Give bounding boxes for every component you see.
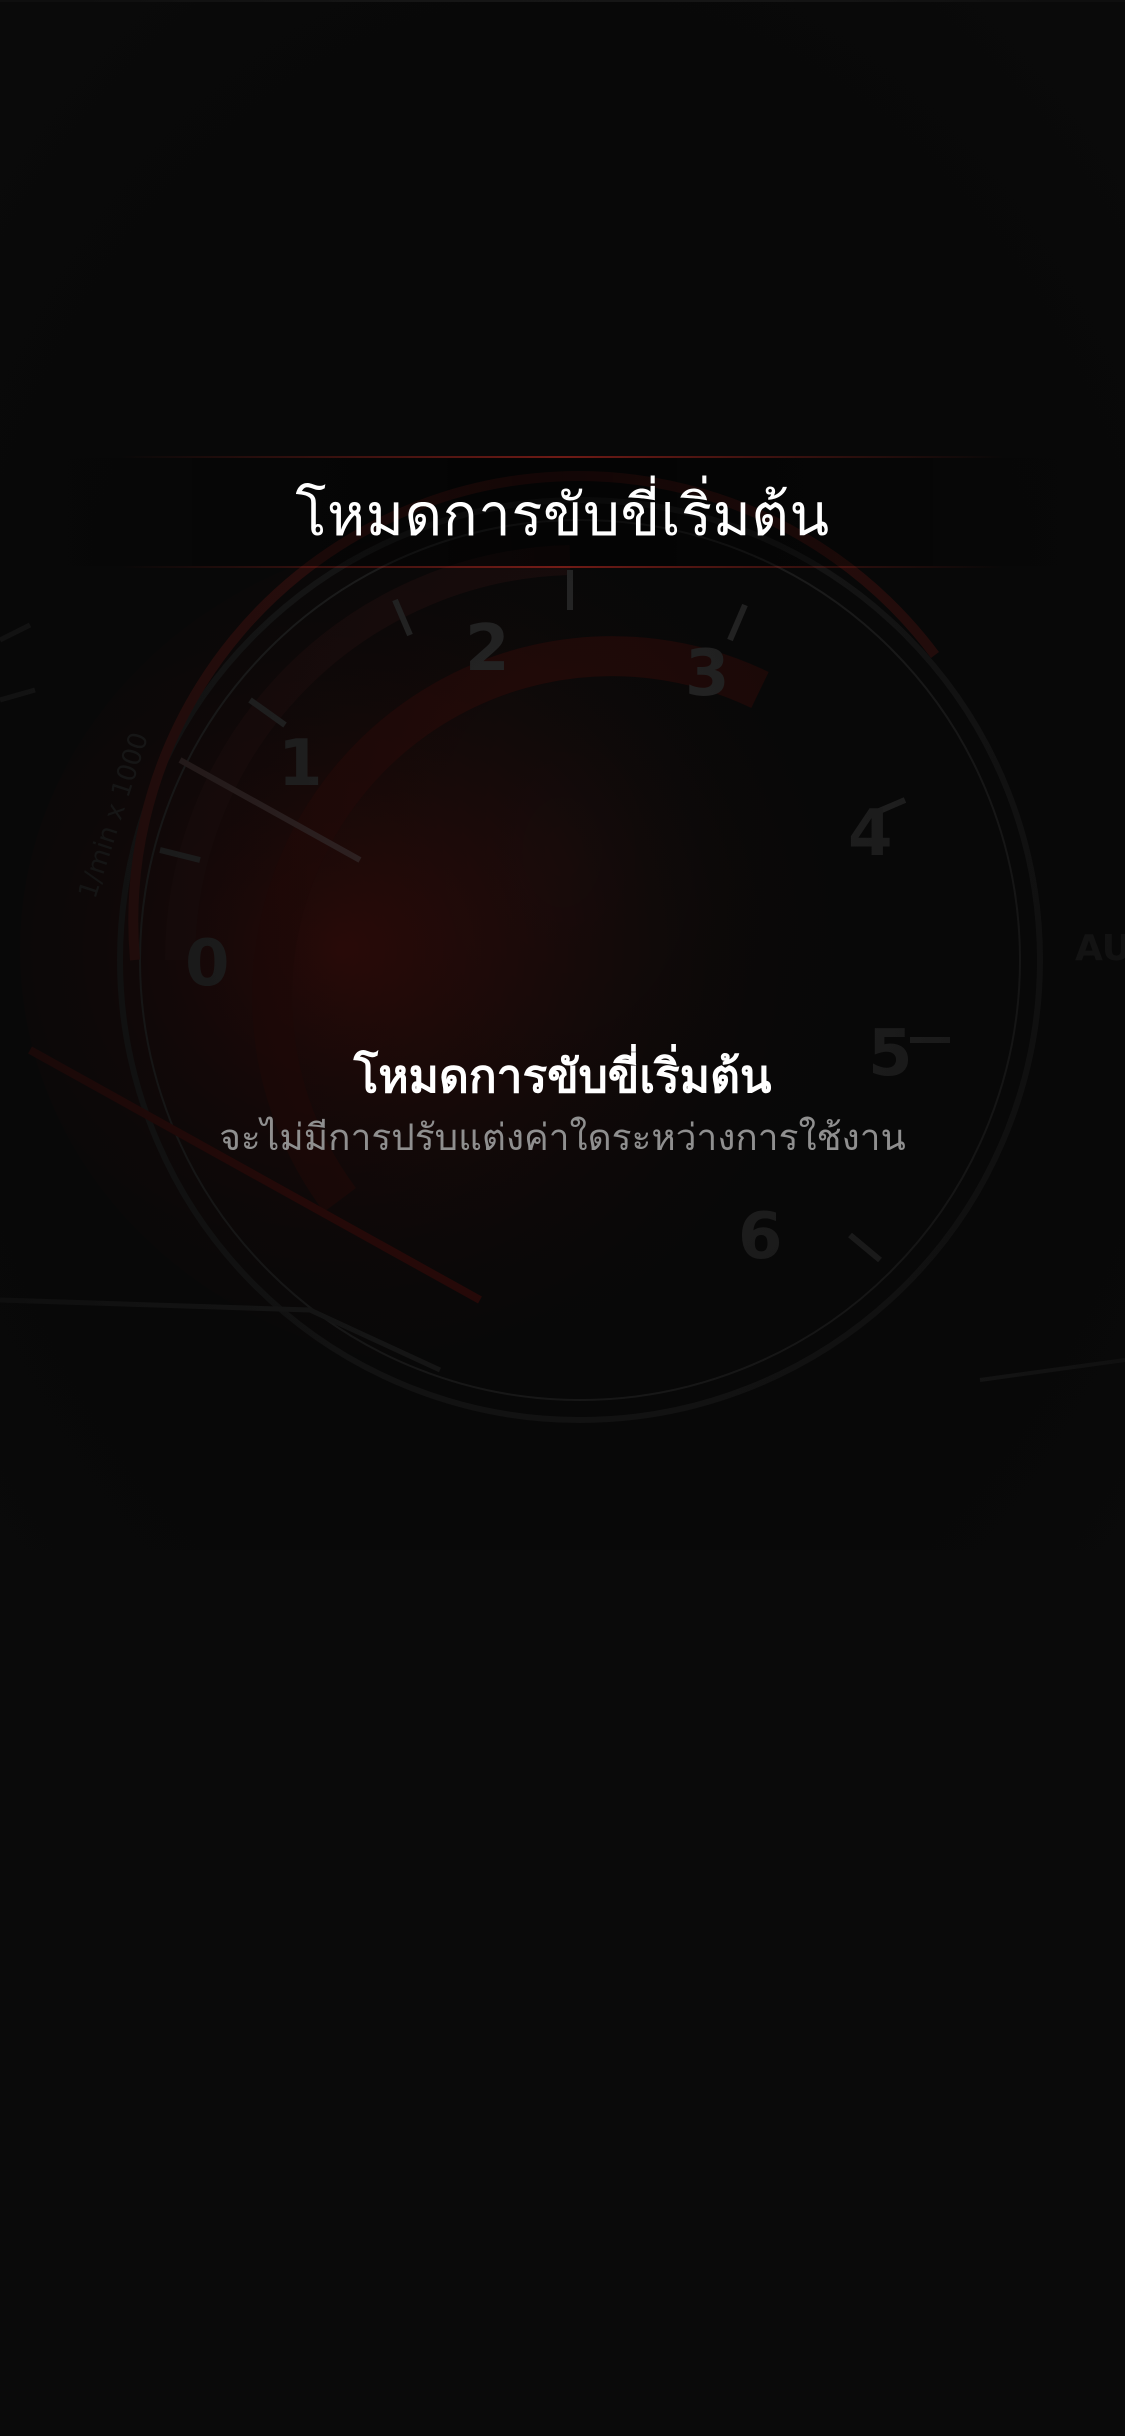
tachometer-background-image: 0 1 2 3 4 5 6 1/min x 1000 AU [0, 0, 1125, 1550]
mode-name: โหมดการขับขี่เริ่มต้น [353, 1049, 772, 1103]
drive-mode-screen: 0 1 2 3 4 5 6 1/min x 1000 AU [0, 0, 1125, 2436]
mode-description: จะไม่มีการปรับแต่งค่าใดระหว่างการใช้งาน [219, 1116, 906, 1159]
page-title: โหมดการขับขี่เริ่มต้น [295, 481, 830, 549]
